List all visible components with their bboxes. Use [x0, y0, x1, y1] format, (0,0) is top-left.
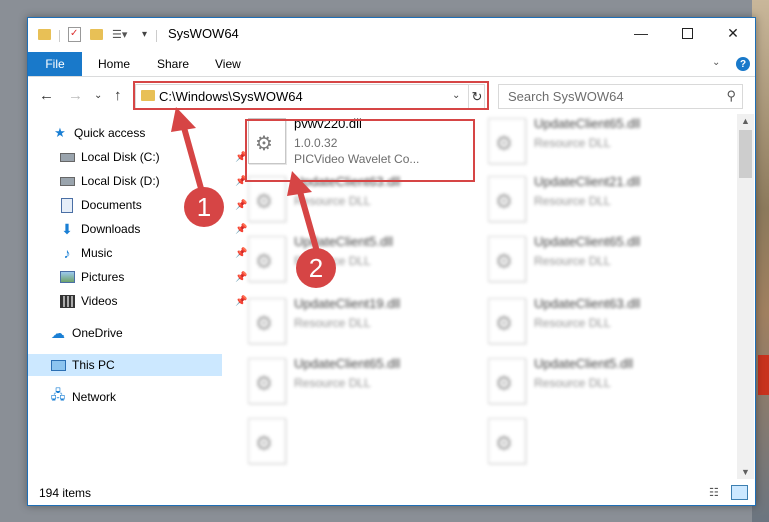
annotation-arrows — [171, 107, 319, 251]
arrow-2-head — [287, 171, 312, 196]
arrow-2-line — [296, 185, 319, 251]
arrow-1-head — [171, 107, 196, 132]
arrow-1-line — [180, 121, 205, 195]
step-badge-1: 1 — [184, 187, 224, 227]
step-badge-2: 2 — [296, 248, 336, 288]
